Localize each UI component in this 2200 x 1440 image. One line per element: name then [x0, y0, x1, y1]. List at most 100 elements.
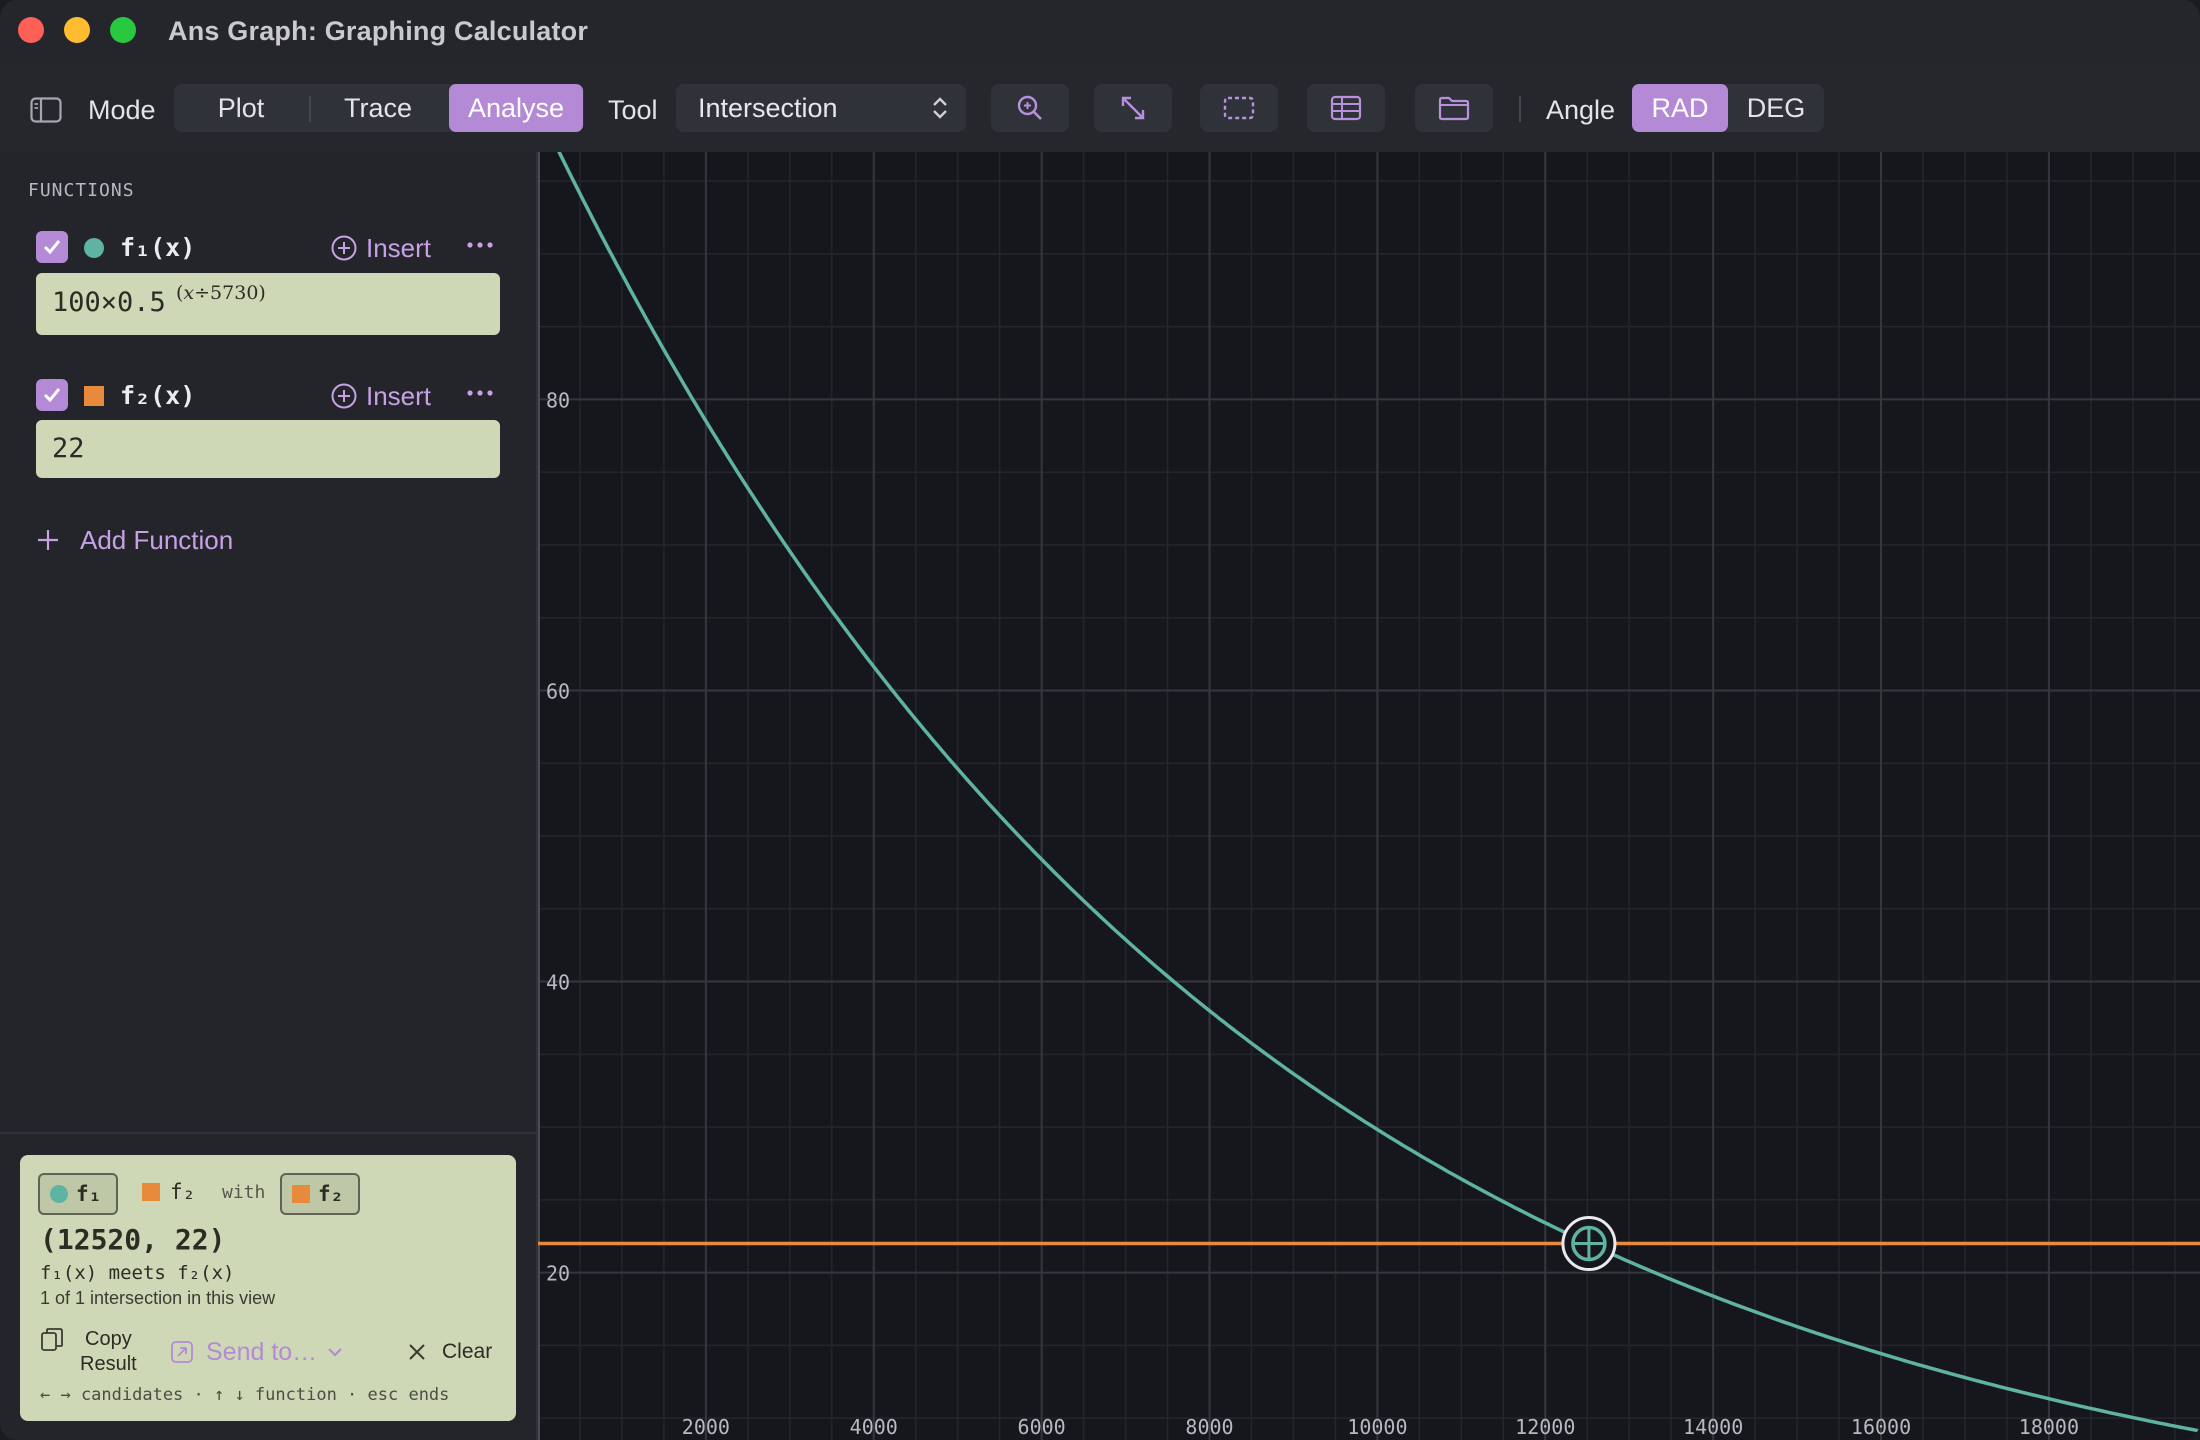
angle-deg-button[interactable]: DEG: [1728, 84, 1824, 132]
function-f2-checkbox[interactable]: [36, 379, 68, 411]
function-row-f2: f₂(x) Insert: [36, 378, 506, 414]
sidebar-toggle-button[interactable]: [30, 86, 62, 134]
intersection-result-panel: f₁ f₂ with f₂ (12520, 22) f₁(x) meets f₂…: [20, 1155, 516, 1421]
chip-f2-label: f₂: [170, 1180, 196, 1204]
clear-button[interactable]: Clear: [408, 1325, 492, 1379]
tool-label: Tool: [608, 94, 658, 125]
chip-f2[interactable]: f₂: [142, 1173, 202, 1211]
keyboard-hint: ← → candidates · ↑ ↓ function · esc ends: [40, 1385, 450, 1405]
f2-color-square: [292, 1185, 310, 1203]
fit-expand-icon: [1121, 96, 1145, 120]
add-function-button[interactable]: Add Function: [36, 522, 233, 558]
graph-area[interactable]: 2000 4000 6000 8000 10000 12000 14000 16000 1800…: [536, 107, 2200, 1440]
clear-label: Clear: [442, 1340, 493, 1363]
plus-circle-icon: [331, 383, 357, 409]
chip-f2-target-label: f₂: [318, 1182, 344, 1206]
function-f2-more-button[interactable]: [466, 378, 494, 414]
y-tick-label: 40: [546, 971, 570, 995]
series-f1-line: [536, 107, 2200, 1433]
function-f2-color-square[interactable]: [84, 386, 104, 406]
selection-rect-icon: [1223, 96, 1255, 120]
tool-select[interactable]: Intersection: [676, 84, 966, 132]
selection-rect-button[interactable]: [1200, 84, 1278, 132]
function-f1-checkbox[interactable]: [36, 231, 68, 263]
folder-button[interactable]: [1415, 84, 1493, 132]
insert-label: Insert: [366, 232, 432, 263]
function-row-f1: f₁(x) Insert: [36, 230, 506, 266]
functions-section-title: FUNCTIONS: [28, 180, 135, 201]
function-f2-expression-input[interactable]: 22: [36, 420, 500, 478]
table-button[interactable]: [1307, 84, 1385, 132]
mode-plot-button[interactable]: Plot: [174, 84, 308, 132]
function-f1-color-dot[interactable]: [84, 238, 104, 258]
ellipsis-icon: [467, 242, 493, 248]
function-f1-more-button[interactable]: [466, 230, 494, 266]
mode-segmented-control: Plot Trace Analyse: [174, 84, 584, 132]
checkmark-icon: [43, 388, 61, 403]
functions-sidebar: FUNCTIONS f₁(x) Insert 100×0.5 (𝑥÷5730) …: [0, 152, 538, 1440]
chip-f2-target[interactable]: f₂: [280, 1173, 360, 1215]
function-f1-insert-button[interactable]: Insert: [330, 230, 431, 266]
copy-result-button[interactable]: Copy Result: [40, 1325, 137, 1379]
minimize-window-button[interactable]: [64, 17, 90, 43]
plus-circle-icon: [331, 235, 357, 261]
angle-label: Angle: [1546, 94, 1616, 125]
x-tick-label: 12000: [1515, 1415, 1575, 1439]
x-tick-label: 18000: [2019, 1415, 2079, 1439]
send-to-button[interactable]: Send to…: [170, 1325, 343, 1379]
toolbar-separator: [1519, 96, 1521, 122]
function-f1-expression-exponent: (𝑥÷5730): [176, 282, 266, 304]
sidebar-icon: [30, 97, 62, 123]
chip-f1-label: f₁: [76, 1182, 102, 1206]
checkmark-icon: [43, 240, 61, 255]
x-tick-label: 4000: [850, 1415, 898, 1439]
intersection-count: 1 of 1 intersection in this view: [40, 1288, 276, 1308]
title-bar: Ans Graph: Graphing Calculator: [0, 0, 2200, 63]
chip-f1[interactable]: f₁: [38, 1173, 118, 1215]
table-icon: [1330, 95, 1362, 121]
function-f2-expression-base: 22: [52, 433, 85, 464]
f2-color-square: [142, 1183, 160, 1201]
y-tick-label: 20: [546, 1262, 570, 1286]
chevron-updown-icon: [933, 97, 947, 119]
fit-expand-button[interactable]: [1094, 84, 1172, 132]
ellipsis-icon: [467, 390, 493, 396]
app-window: Ans Graph: Graphing Calculator Mode Plot…: [0, 0, 2200, 1440]
window-title: Ans Graph: Graphing Calculator: [168, 16, 589, 46]
f1-color-dot: [50, 1185, 68, 1203]
x-tick-label: 14000: [1683, 1415, 1743, 1439]
y-tick-label: 60: [546, 679, 570, 703]
mode-trace-button[interactable]: Trace: [310, 84, 446, 132]
copy-label-line-1: Copy: [85, 1328, 132, 1350]
copy-label-line-2: Result: [80, 1353, 137, 1375]
insert-label: Insert: [366, 380, 432, 411]
toolbar: Mode Plot Trace Analyse Tool Intersectio…: [0, 62, 2200, 154]
mode-analyse-button[interactable]: Analyse: [449, 84, 583, 132]
close-icon: [409, 1344, 425, 1360]
x-tick-label: 8000: [1185, 1415, 1233, 1439]
close-window-button[interactable]: [18, 17, 44, 43]
with-label: with: [222, 1181, 266, 1203]
x-tick-label: 6000: [1018, 1415, 1066, 1439]
mode-label: Mode: [88, 94, 156, 125]
share-arrow-icon: [171, 1341, 193, 1363]
chevron-down-icon: [328, 1348, 342, 1357]
zoom-icon: [1017, 95, 1042, 120]
function-f2-name: f₂(x): [120, 381, 196, 410]
function-f1-expression-input[interactable]: 100×0.5 (𝑥÷5730): [36, 273, 500, 335]
copy-icon: [41, 1328, 63, 1351]
zoom-button[interactable]: [991, 84, 1069, 132]
add-function-label: Add Function: [80, 524, 234, 555]
angle-rad-button[interactable]: RAD: [1632, 84, 1728, 132]
function-f2-insert-button[interactable]: Insert: [330, 378, 431, 414]
graph-canvas[interactable]: 2000 4000 6000 8000 10000 12000 14000 16000 1800…: [536, 107, 2200, 1440]
zoom-window-button[interactable]: [110, 17, 136, 43]
panel-divider: [0, 1132, 536, 1134]
folder-icon: [1438, 96, 1470, 121]
x-tick-label: 10000: [1347, 1415, 1407, 1439]
x-tick-label: 16000: [1851, 1415, 1911, 1439]
y-tick-label: 80: [546, 388, 570, 412]
x-tick-label: 2000: [682, 1415, 730, 1439]
angle-segmented-control: RAD DEG: [1632, 84, 1824, 132]
function-f1-name: f₁(x): [120, 233, 196, 262]
